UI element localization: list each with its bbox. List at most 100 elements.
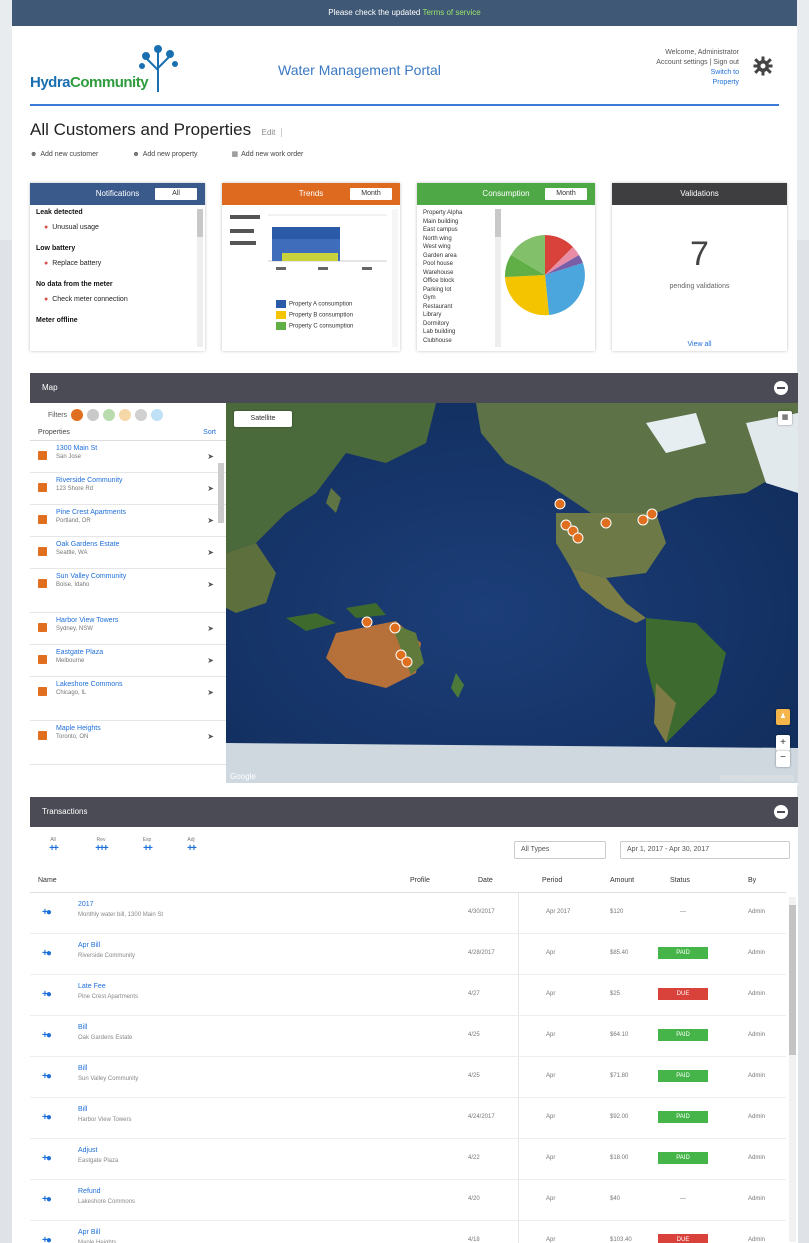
filter-blue-icon[interactable] bbox=[150, 409, 163, 421]
map-marker[interactable] bbox=[600, 517, 612, 529]
map-type-toggle[interactable]: Satellite bbox=[234, 411, 292, 427]
table-row[interactable]: +● Bill Sun Valley Community 4/25 Apr $71.80 P… bbox=[30, 1057, 786, 1098]
locate-pin-icon[interactable]: ➤ bbox=[207, 624, 214, 633]
property-name[interactable]: Maple Heights bbox=[56, 724, 200, 733]
map-marker[interactable] bbox=[361, 616, 373, 628]
fullscreen-icon[interactable]: ▦ bbox=[778, 411, 792, 425]
filter-green-icon[interactable] bbox=[102, 409, 115, 421]
locate-pin-icon[interactable]: ➤ bbox=[207, 732, 214, 741]
filter-all-icon[interactable]: All ++ bbox=[42, 837, 64, 861]
property-list-scrollbar[interactable] bbox=[218, 463, 224, 523]
transactions-scrollbar[interactable] bbox=[789, 897, 796, 1242]
filter-adj-icon[interactable]: Adj ++ bbox=[180, 837, 202, 861]
gear-icon[interactable] bbox=[753, 56, 773, 76]
property-list-item[interactable]: Maple Heights Toronto, ON ➤ bbox=[30, 721, 226, 765]
notifications-filter-select[interactable]: All bbox=[155, 188, 197, 200]
filter-rev-icon[interactable]: Rev +++ bbox=[86, 837, 116, 861]
col-by[interactable]: By bbox=[748, 877, 756, 884]
property-name[interactable]: Pine Crest Apartments bbox=[56, 508, 200, 517]
property-list-item[interactable]: Lakeshore Commons Chicago, IL ➤ bbox=[30, 677, 226, 721]
property-name[interactable]: Harbor View Towers bbox=[56, 616, 200, 625]
table-row[interactable]: +● Refund Lakeshore Commons 4/20 Apr $40 — Admi… bbox=[30, 1180, 786, 1221]
transaction-name[interactable]: Late Fee bbox=[78, 983, 106, 990]
collapse-icon[interactable] bbox=[774, 805, 788, 819]
add-work-order-link[interactable]: ▦ Add new work order bbox=[232, 151, 320, 158]
notification-entry[interactable]: ● Check meter connection bbox=[36, 295, 199, 304]
map-marker[interactable] bbox=[554, 498, 566, 510]
switch-link-target[interactable]: Property bbox=[656, 78, 739, 88]
zoom-in-button[interactable]: + bbox=[776, 735, 790, 751]
trends-scrollbar[interactable] bbox=[392, 209, 398, 347]
notification-entry[interactable]: ● Replace battery bbox=[36, 259, 199, 268]
col-profile[interactable]: Profile bbox=[410, 877, 430, 884]
map-marker[interactable] bbox=[572, 532, 584, 544]
notification-entry[interactable]: ● Unusual usage bbox=[36, 223, 199, 232]
transaction-name[interactable]: Refund bbox=[78, 1188, 101, 1195]
table-row[interactable]: +● Adjust Eastgate Plaza 4/22 Apr $18.00 PAID A… bbox=[30, 1139, 786, 1180]
trends-period-select[interactable]: Month bbox=[350, 188, 392, 200]
add-customer-link[interactable]: ☻ Add new customer bbox=[30, 151, 114, 158]
table-row[interactable]: +● 2017 Monthly water bill, 1300 Main St 4/… bbox=[30, 893, 786, 934]
add-property-link[interactable]: ☻ Add new property bbox=[132, 151, 213, 158]
account-actions[interactable]: Account settings | Sign out bbox=[656, 58, 739, 68]
col-name[interactable]: Name bbox=[38, 877, 57, 884]
edit-title-link[interactable]: Edit bbox=[262, 128, 283, 137]
zoom-out-button[interactable]: − bbox=[776, 751, 790, 767]
locate-pin-icon[interactable]: ➤ bbox=[207, 452, 214, 461]
property-name[interactable]: Lakeshore Commons bbox=[56, 680, 200, 689]
notifications-scrollbar[interactable] bbox=[197, 209, 203, 347]
map-marker[interactable] bbox=[389, 622, 401, 634]
type-filter-select[interactable]: All Types bbox=[514, 841, 606, 859]
table-row[interactable]: +● Apr Bill Riverside Community 4/28/2017 Ap… bbox=[30, 934, 786, 975]
map-marker[interactable] bbox=[401, 656, 413, 668]
locate-pin-icon[interactable]: ➤ bbox=[207, 580, 214, 589]
table-row[interactable]: +● Late Fee Pine Crest Apartments 4/27 Apr $2… bbox=[30, 975, 786, 1016]
property-name[interactable]: Eastgate Plaza bbox=[56, 648, 200, 657]
transaction-name[interactable]: 2017 bbox=[78, 901, 94, 908]
map-marker[interactable] bbox=[646, 508, 658, 520]
filter-exp-icon[interactable]: Exp ++ bbox=[136, 837, 158, 861]
consumption-scrollbar[interactable] bbox=[495, 209, 501, 347]
table-row[interactable]: +● Bill Oak Gardens Estate 4/25 Apr $64.10 PAI… bbox=[30, 1016, 786, 1057]
property-list-item[interactable]: Sun Valley Community Boise, Idaho ➤ bbox=[30, 569, 226, 613]
property-list-item[interactable]: Oak Gardens Estate Seattle, WA ➤ bbox=[30, 537, 226, 569]
property-list-item[interactable]: Eastgate Plaza Melbourne ➤ bbox=[30, 645, 226, 677]
logo[interactable]: HydraCommunity bbox=[30, 44, 180, 94]
locate-pin-icon[interactable]: ➤ bbox=[207, 656, 214, 665]
collapse-icon[interactable] bbox=[774, 381, 788, 395]
property-name[interactable]: 1300 Main St bbox=[56, 444, 200, 453]
table-row[interactable]: +● Apr Bill Maple Heights 4/18 Apr $103.40 DUE… bbox=[30, 1221, 786, 1243]
property-list-item[interactable]: Pine Crest Apartments Portland, OR ➤ bbox=[30, 505, 226, 537]
filter-yellow-icon[interactable] bbox=[118, 409, 131, 421]
property-name[interactable]: Oak Gardens Estate bbox=[56, 540, 200, 549]
street-view-icon[interactable]: ♟ bbox=[776, 709, 790, 725]
transaction-name[interactable]: Adjust bbox=[78, 1147, 97, 1154]
col-status[interactable]: Status bbox=[670, 877, 690, 884]
filter-muted-icon[interactable] bbox=[86, 409, 99, 421]
property-list-item[interactable]: 1300 Main St San Jose ➤ bbox=[30, 441, 226, 473]
col-amount[interactable]: Amount bbox=[610, 877, 634, 884]
locate-pin-icon[interactable]: ➤ bbox=[207, 516, 214, 525]
transaction-name[interactable]: Bill bbox=[78, 1106, 87, 1113]
property-list-item[interactable]: Riverside Community 123 Shore Rd ➤ bbox=[30, 473, 226, 505]
transaction-name[interactable]: Bill bbox=[78, 1065, 87, 1072]
world-map[interactable]: Satellite ▦ ♟ + − Google Map data ©2017 … bbox=[226, 403, 798, 783]
validations-view-all-link[interactable]: View all bbox=[612, 341, 787, 348]
sort-link[interactable]: Sort bbox=[203, 429, 216, 436]
locate-pin-icon[interactable]: ➤ bbox=[207, 484, 214, 493]
filter-property-icon[interactable] bbox=[71, 409, 84, 421]
map-marker[interactable] bbox=[637, 514, 649, 526]
property-name[interactable]: Sun Valley Community bbox=[56, 572, 200, 581]
transaction-name[interactable]: Apr Bill bbox=[78, 1229, 100, 1236]
locate-pin-icon[interactable]: ➤ bbox=[207, 548, 214, 557]
consumption-period-select[interactable]: Month bbox=[545, 188, 587, 200]
date-range-input[interactable]: Apr 1, 2017 - Apr 30, 2017 bbox=[620, 841, 790, 859]
property-list-item[interactable]: Harbor View Towers Sydney, NSW ➤ bbox=[30, 613, 226, 645]
table-row[interactable]: +● Bill Harbor View Towers 4/24/2017 Apr $92.… bbox=[30, 1098, 786, 1139]
transaction-name[interactable]: Bill bbox=[78, 1024, 87, 1031]
announcement-link[interactable]: Terms of service bbox=[422, 8, 480, 17]
col-date[interactable]: Date bbox=[478, 877, 493, 884]
transaction-name[interactable]: Apr Bill bbox=[78, 942, 100, 949]
col-period[interactable]: Period bbox=[542, 877, 562, 884]
property-name[interactable]: Riverside Community bbox=[56, 476, 200, 485]
